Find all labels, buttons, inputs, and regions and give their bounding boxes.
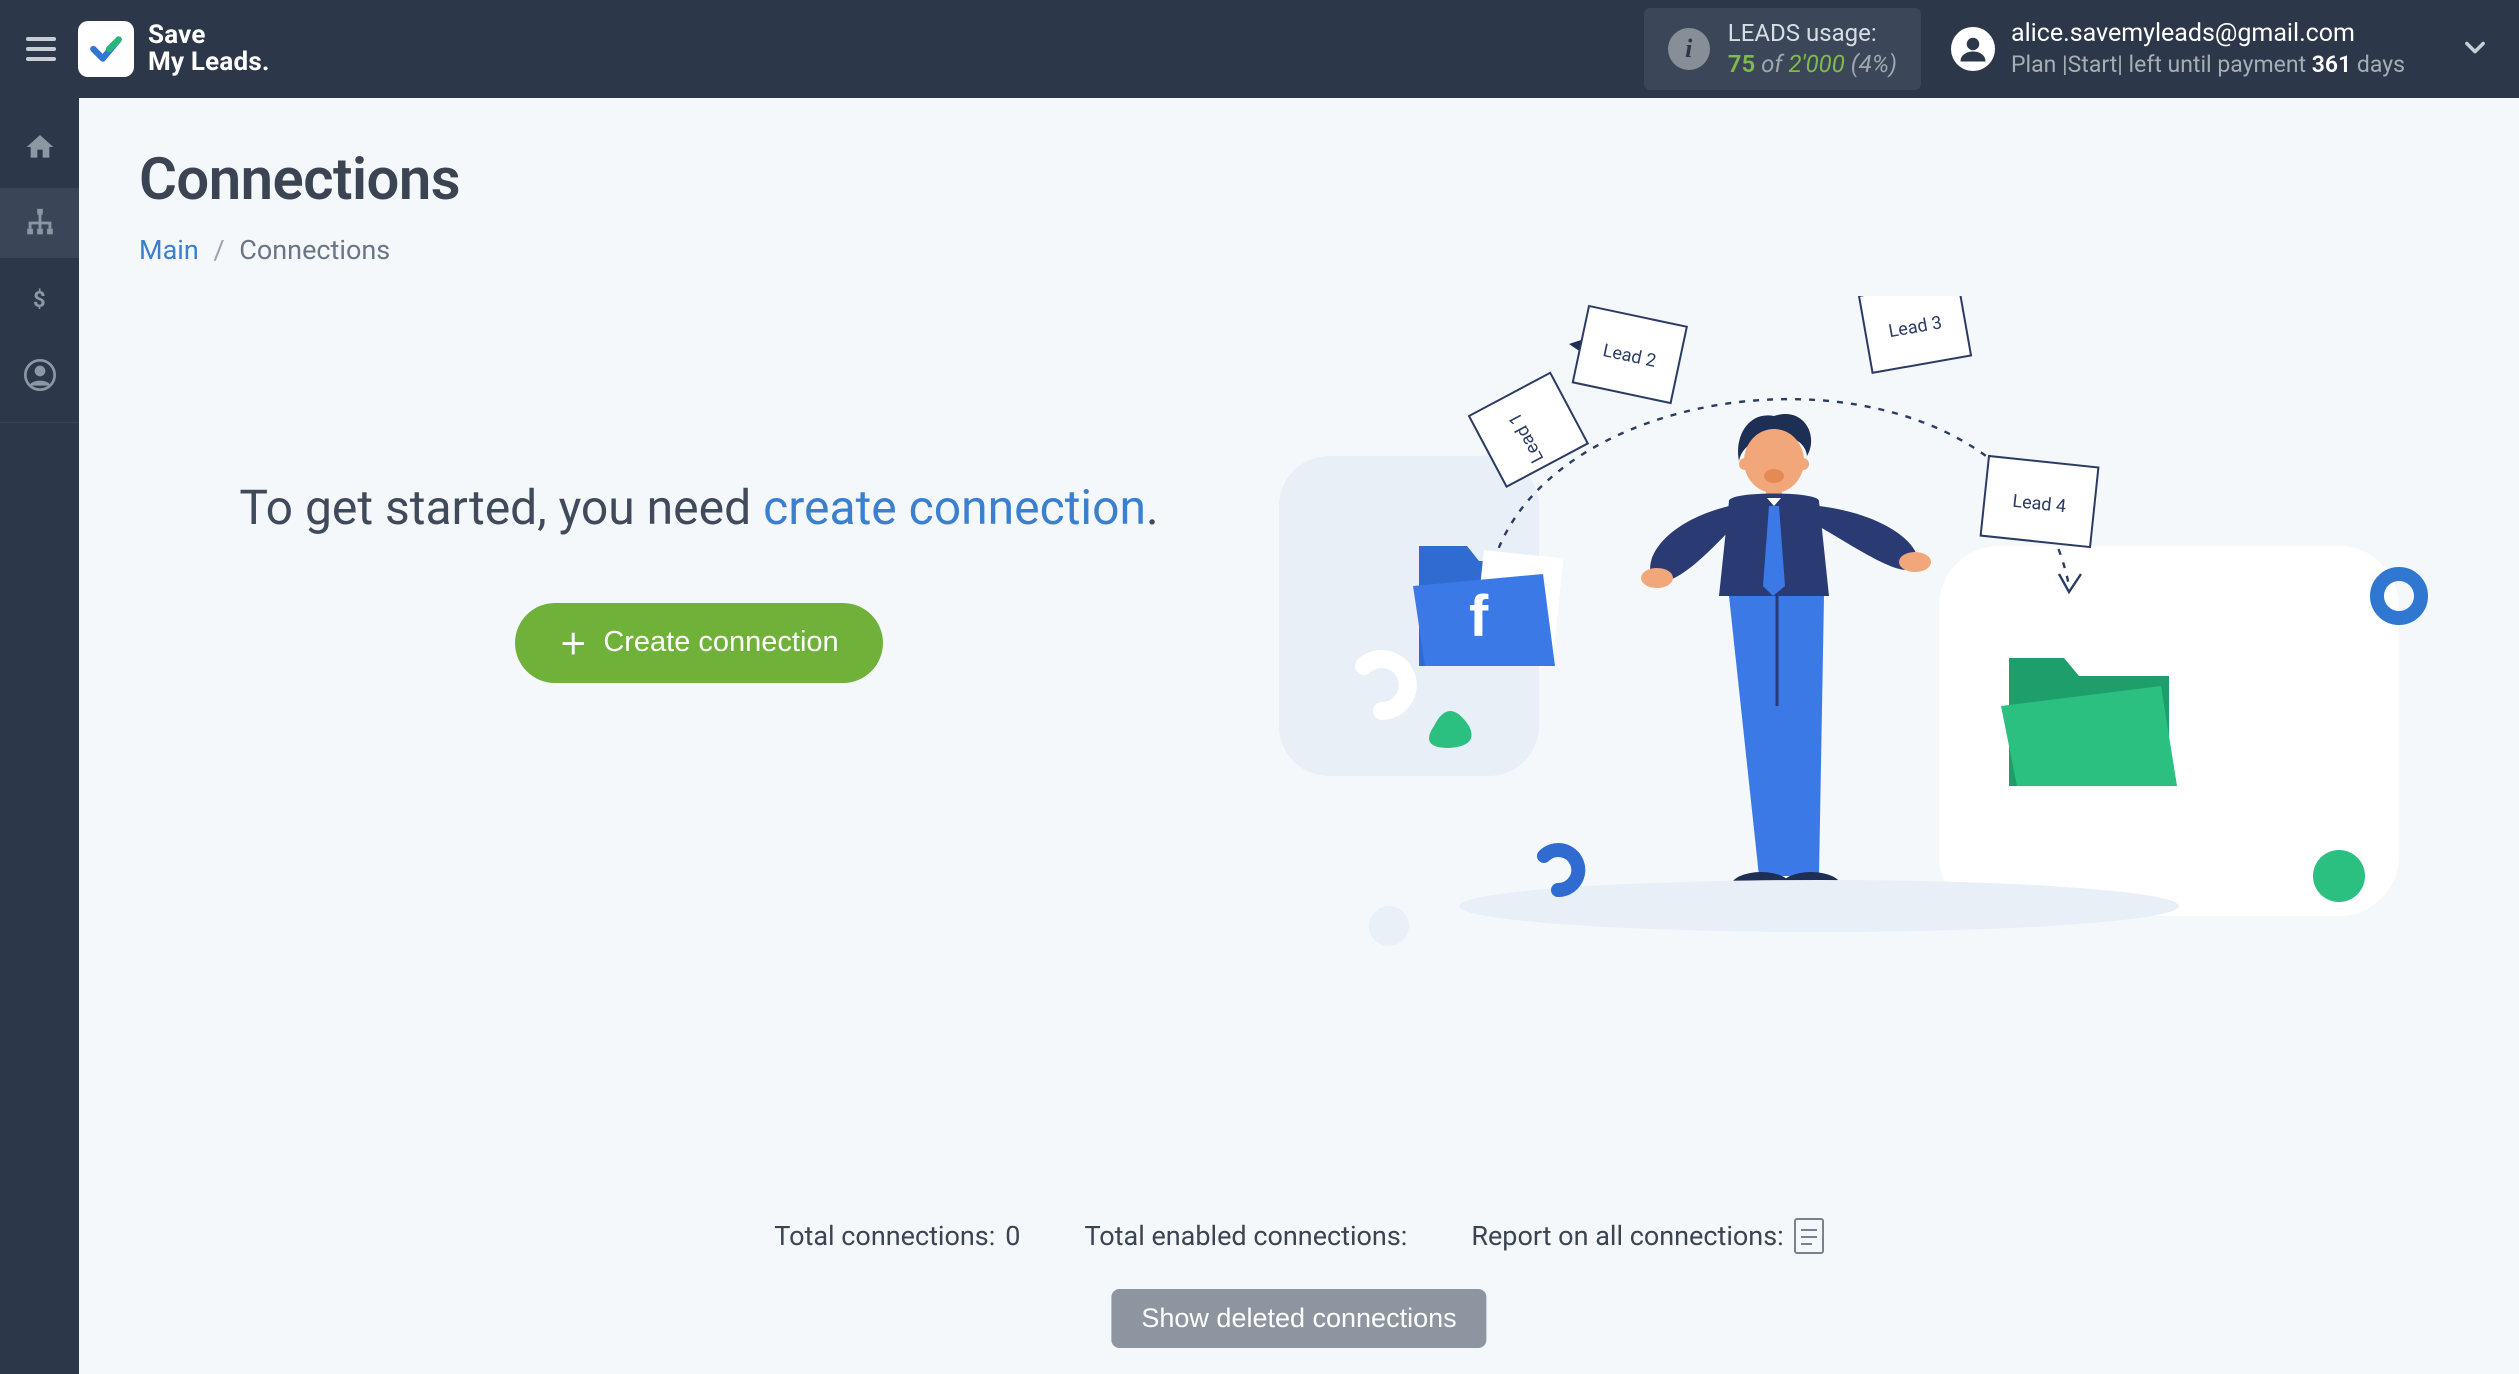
leads-usage-widget[interactable]: i LEADS usage: 75 of 2'000 (4%) bbox=[1644, 8, 1921, 90]
show-deleted-connections-button[interactable]: Show deleted connections bbox=[1111, 1289, 1486, 1348]
stat-total-connections: Total connections: 0 bbox=[774, 1218, 1020, 1254]
plus-icon: ＋ bbox=[559, 623, 587, 663]
brand-name: Save My Leads. bbox=[148, 22, 270, 77]
breadcrumb-current: Connections bbox=[239, 234, 390, 266]
left-sidebar: $ bbox=[0, 98, 79, 1374]
sidebar-item-billing[interactable]: $ bbox=[0, 264, 79, 334]
document-icon[interactable] bbox=[1794, 1218, 1824, 1254]
sidebar-item-account[interactable] bbox=[0, 340, 79, 410]
svg-text:f: f bbox=[1469, 584, 1489, 649]
sidebar-item-connections[interactable] bbox=[0, 188, 79, 258]
info-icon: i bbox=[1668, 28, 1710, 70]
connection-stats: Total connections: 0 Total enabled conne… bbox=[79, 1218, 2519, 1254]
empty-state: To get started, you need create connecti… bbox=[139, 476, 1259, 1056]
main-content: Connections Main / Connections To get st… bbox=[79, 98, 2519, 1374]
avatar-icon bbox=[1951, 27, 1995, 71]
logo-badge-icon bbox=[78, 21, 134, 77]
sidebar-item-home[interactable] bbox=[0, 112, 79, 182]
empty-state-heading: To get started, you need create connecti… bbox=[139, 476, 1259, 541]
brand-logo[interactable]: Save My Leads. bbox=[78, 21, 270, 77]
leads-usage-text: LEADS usage: 75 of 2'000 (4%) bbox=[1728, 18, 1897, 80]
stat-enabled-connections: Total enabled connections: bbox=[1084, 1218, 1407, 1254]
empty-state-illustration: f Lead 1 Lead 2 bbox=[1259, 296, 2459, 1056]
breadcrumb: Main / Connections bbox=[139, 234, 2459, 266]
sidebar-divider bbox=[0, 422, 79, 423]
chevron-down-icon[interactable] bbox=[2461, 33, 2489, 65]
create-connection-button[interactable]: ＋ Create connection bbox=[515, 603, 882, 683]
breadcrumb-main-link[interactable]: Main bbox=[139, 234, 199, 266]
create-connection-text-link[interactable]: create connection bbox=[763, 479, 1146, 536]
top-navbar: Save My Leads. i LEADS usage: 75 of 2'00… bbox=[0, 0, 2519, 98]
account-menu[interactable]: alice.savemyleads@gmail.com Plan |Start|… bbox=[1951, 18, 2489, 80]
stat-report-all: Report on all connections: bbox=[1471, 1218, 1823, 1254]
svg-text:$: $ bbox=[33, 288, 46, 313]
account-text: alice.savemyleads@gmail.com Plan |Start|… bbox=[2011, 18, 2405, 80]
page-title: Connections bbox=[139, 146, 2459, 214]
hamburger-menu-icon[interactable] bbox=[18, 26, 64, 72]
